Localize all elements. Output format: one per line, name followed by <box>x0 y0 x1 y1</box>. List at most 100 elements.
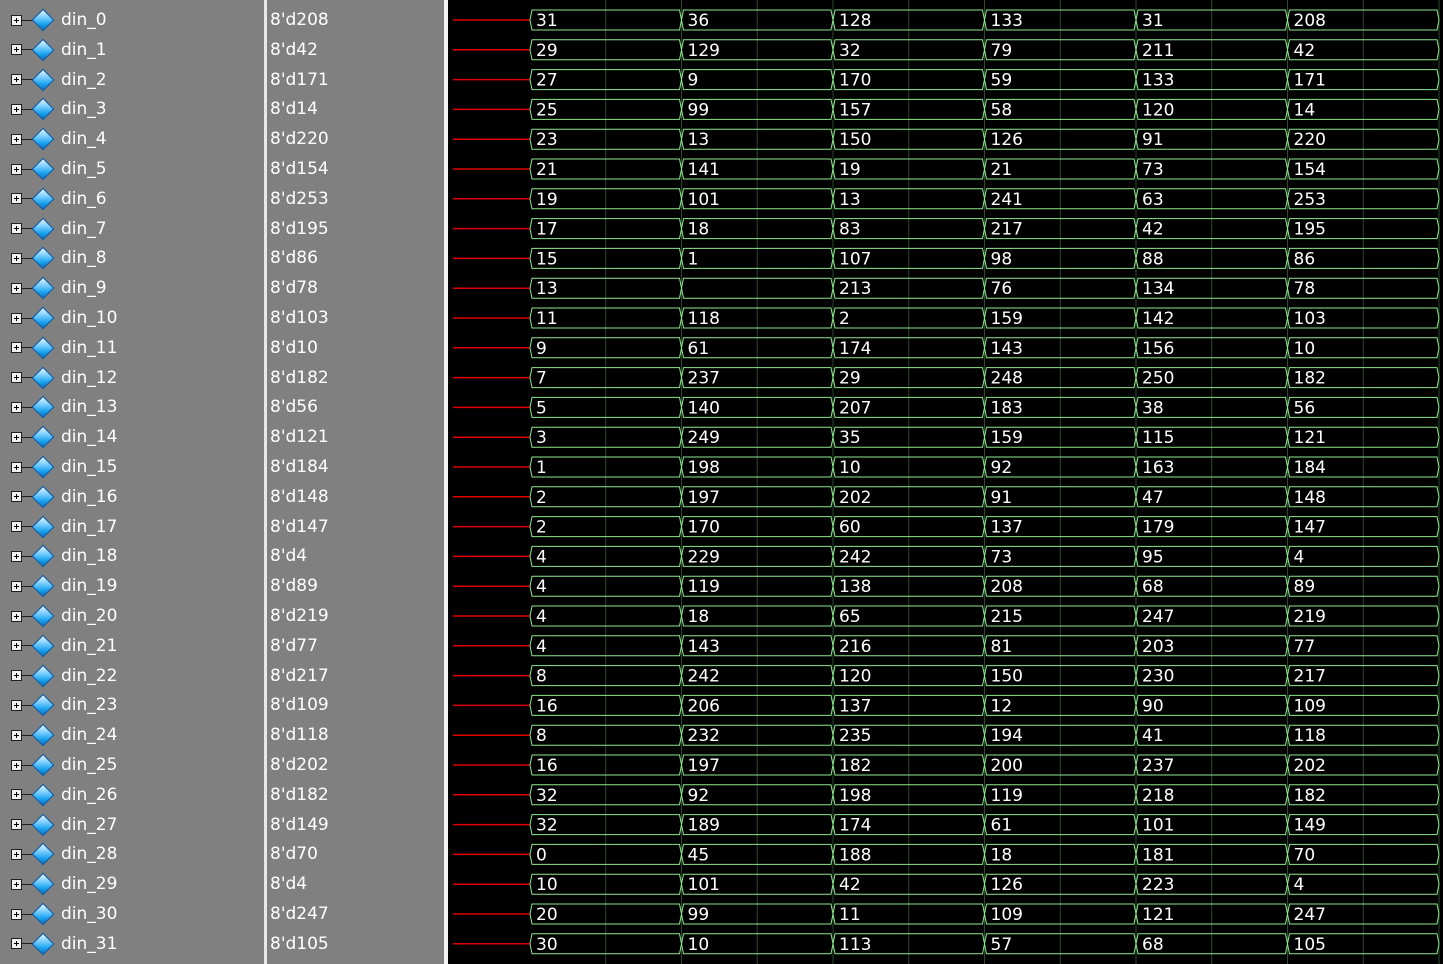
bus-value-label: 150 <box>839 130 871 150</box>
bus-diamond-icon <box>31 366 55 389</box>
signal-value: 8'd147 <box>270 516 329 537</box>
expand-plus-icon[interactable] <box>11 74 22 86</box>
signal-row-din_6[interactable]: din_6 <box>0 184 264 214</box>
signal-row-din_25[interactable]: din_25 <box>0 750 264 780</box>
signal-row-din_28[interactable]: din_28 <box>0 839 264 869</box>
expand-plus-icon[interactable] <box>11 312 22 324</box>
signal-names-pane[interactable]: din_0 din_1 din_2 din_3 din_4 din_5 din_6 din_7… <box>0 0 264 964</box>
expand-plus-icon[interactable] <box>11 133 22 145</box>
expand-plus-icon[interactable] <box>11 550 22 562</box>
signal-row-din_18[interactable]: din_18 <box>0 541 264 571</box>
signal-row-din_12[interactable]: din_12 <box>0 363 264 393</box>
expand-plus-icon[interactable] <box>11 401 22 413</box>
signal-row-din_10[interactable]: din_10 <box>0 303 264 333</box>
signal-row-din_30[interactable]: din_30 <box>0 899 264 929</box>
waveform-pane[interactable]: 31 36 128 133 31 208 29 129 32 79 211 42 27 9 170 59 133… <box>448 0 1443 964</box>
bus-value-label: 126 <box>991 130 1023 150</box>
bus-value-label: 149 <box>1294 816 1326 836</box>
bus-value-label: 10 <box>1294 339 1316 359</box>
bus-value-label: 91 <box>991 488 1013 508</box>
bus-value-label: 182 <box>839 756 871 776</box>
bus-value-label: 4 <box>536 547 547 567</box>
signal-row-din_1[interactable]: din_1 <box>0 35 264 65</box>
signal-value: 8'd154 <box>270 159 329 179</box>
signal-row-din_15[interactable]: din_15 <box>0 452 264 482</box>
signal-row-din_27[interactable]: din_27 <box>0 810 264 840</box>
bus-value-label: 237 <box>1142 756 1174 776</box>
bus-value-label: 92 <box>991 458 1013 478</box>
signal-row-din_29[interactable]: din_29 <box>0 869 264 899</box>
expand-plus-icon[interactable] <box>11 640 22 652</box>
signal-row-din_19[interactable]: din_19 <box>0 571 264 601</box>
signal-row-din_4[interactable]: din_4 <box>0 124 264 154</box>
bus-value-label: 121 <box>1294 428 1326 448</box>
expand-plus-icon[interactable] <box>11 44 22 56</box>
expand-plus-icon[interactable] <box>11 282 22 294</box>
signal-value: 8'd103 <box>270 308 329 328</box>
signal-row-din_13[interactable]: din_13 <box>0 392 264 422</box>
bus-diamond-icon <box>31 8 55 32</box>
signal-row-din_22[interactable]: din_22 <box>0 661 264 691</box>
signal-row-din_5[interactable]: din_5 <box>0 154 264 184</box>
signal-row-din_17[interactable]: din_17 <box>0 512 264 542</box>
signal-row-din_8[interactable]: din_8 <box>0 243 264 273</box>
signal-row-din_3[interactable]: din_3 <box>0 94 264 124</box>
signal-name: din_28 <box>61 844 118 865</box>
signal-values-pane[interactable]: 8'd208 8'd42 8'd171 8'd14 8'd220 8'd154 8'd253… <box>267 0 444 964</box>
signal-name: din_6 <box>61 188 107 209</box>
signal-row-din_20[interactable]: din_20 <box>0 601 264 631</box>
bus-value-label: 19 <box>839 160 861 180</box>
waveform-canvas[interactable]: 31 36 128 133 31 20829 129 32 79 211 4227 9 170 59 133… <box>448 0 1443 964</box>
bus-value-label: 217 <box>1294 667 1326 687</box>
expand-plus-icon[interactable] <box>11 491 22 503</box>
signal-row-din_31[interactable]: din_31 <box>0 929 264 959</box>
expand-plus-icon[interactable] <box>11 342 22 354</box>
signal-row-din_16[interactable]: din_16 <box>0 482 264 512</box>
expand-plus-icon[interactable] <box>11 580 22 592</box>
bus-value-label: 208 <box>991 577 1023 597</box>
signal-row-din_21[interactable]: din_21 <box>0 631 264 661</box>
expand-plus-icon[interactable] <box>11 759 22 771</box>
signal-row-din_26[interactable]: din_26 <box>0 780 264 810</box>
expand-plus-icon[interactable] <box>11 103 22 115</box>
bus-value-label: 17 <box>536 220 558 240</box>
bus-value-label: 218 <box>1142 786 1174 806</box>
bus-diamond-icon <box>31 783 55 807</box>
bus-value-label: 118 <box>1294 726 1326 746</box>
expand-plus-icon[interactable] <box>11 521 22 533</box>
expand-plus-icon[interactable] <box>11 789 22 801</box>
expand-plus-icon[interactable] <box>11 223 22 235</box>
bus-value-label: 237 <box>688 369 720 389</box>
signal-row-din_14[interactable]: din_14 <box>0 422 264 452</box>
expand-plus-icon[interactable] <box>11 163 22 175</box>
expand-plus-icon[interactable] <box>11 729 22 741</box>
signal-row-din_0[interactable]: din_0 <box>0 5 264 35</box>
expand-plus-icon[interactable] <box>11 699 22 711</box>
expand-plus-icon[interactable] <box>11 819 22 831</box>
signal-row-din_7[interactable]: din_7 <box>0 214 264 244</box>
bus-diamond-icon <box>31 634 55 658</box>
signal-row-din_24[interactable]: din_24 <box>0 720 264 750</box>
signal-value: 8'd77 <box>270 635 318 656</box>
signal-row-din_2[interactable]: din_2 <box>0 65 264 95</box>
signal-name: din_18 <box>61 546 118 567</box>
expand-plus-icon[interactable] <box>11 938 22 950</box>
expand-plus-icon[interactable] <box>11 252 22 264</box>
bus-value-label: 4 <box>536 637 547 657</box>
bus-value-label: 9 <box>536 339 547 359</box>
expand-plus-icon[interactable] <box>11 14 22 26</box>
expand-plus-icon[interactable] <box>11 193 22 205</box>
expand-plus-icon[interactable] <box>11 431 22 443</box>
bus-value-label: 202 <box>839 488 871 508</box>
bus-value-label: 232 <box>688 726 720 746</box>
expand-plus-icon[interactable] <box>11 461 22 473</box>
expand-plus-icon[interactable] <box>11 908 22 920</box>
signal-row-din_11[interactable]: din_11 <box>0 333 264 363</box>
expand-plus-icon[interactable] <box>11 372 22 384</box>
expand-plus-icon[interactable] <box>11 610 22 622</box>
signal-row-din_9[interactable]: din_9 <box>0 273 264 303</box>
signal-row-din_23[interactable]: din_23 <box>0 690 264 720</box>
expand-plus-icon[interactable] <box>11 878 22 890</box>
expand-plus-icon[interactable] <box>11 670 22 682</box>
expand-plus-icon[interactable] <box>11 848 22 860</box>
